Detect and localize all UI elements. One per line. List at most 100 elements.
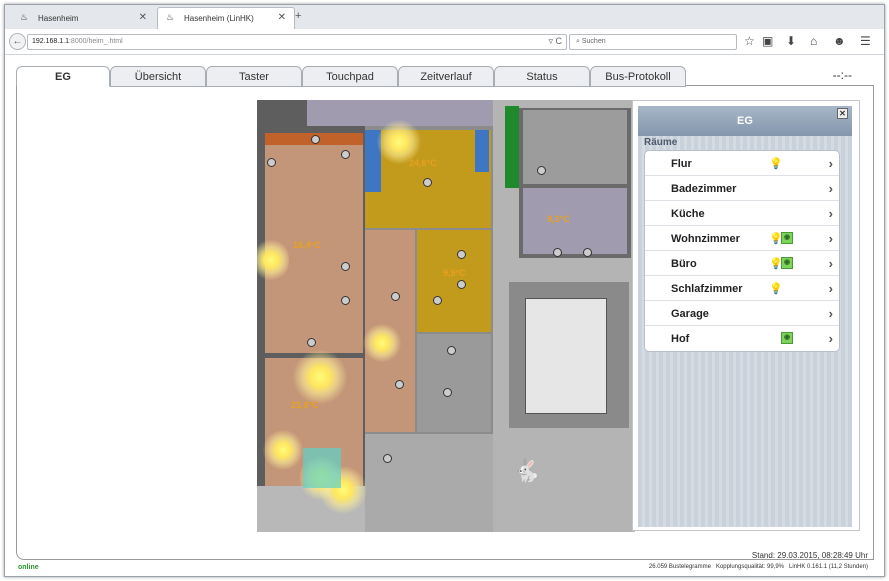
- download-icon[interactable]: ⬇: [786, 34, 796, 48]
- lamp-icon[interactable]: [267, 158, 276, 167]
- lamp-icon[interactable]: [457, 250, 466, 259]
- kitchen-counter: [475, 130, 489, 172]
- dropdown-icon[interactable]: ▿: [548, 36, 553, 46]
- device-grid[interactable]: [525, 298, 607, 414]
- close-tab-icon[interactable]: ✕: [139, 12, 147, 23]
- lamp-icon[interactable]: [391, 292, 400, 301]
- light-glow: [363, 324, 401, 362]
- version-info: LinHK 0.161.1 (11,2 Stunden): [789, 564, 868, 570]
- reload-icon[interactable]: C: [556, 36, 563, 46]
- chat-icon[interactable]: ☻: [833, 34, 846, 48]
- bed: [303, 448, 341, 488]
- sensor-icon: ◉: [781, 257, 793, 269]
- chevron-right-icon: ›: [828, 306, 833, 321]
- back-arrow-icon[interactable]: ←: [9, 33, 26, 50]
- lamp-icon[interactable]: [341, 150, 350, 159]
- coupling-quality: Kopplungsqualität: 99,9%: [715, 564, 785, 570]
- room-item-garage[interactable]: Garage ›: [645, 301, 839, 326]
- url-bar[interactable]: 192.168.1.1:8000/heim_.html ▿ C: [27, 34, 567, 50]
- room-label: Garage: [671, 308, 709, 320]
- clipboard-icon[interactable]: ▣: [762, 34, 773, 48]
- sensor-icon: ◉: [781, 232, 793, 244]
- room-panel: EG ✕ Räume Flur 💡 › Badezimmer › Küche ›…: [632, 100, 860, 531]
- light-glow: [263, 430, 303, 470]
- url-host: 192.168.1.1: [32, 38, 69, 45]
- search-icon: ⌕: [576, 38, 580, 45]
- url-path: :8000/heim_.html: [68, 38, 123, 45]
- room-buero[interactable]: [417, 230, 491, 332]
- chevron-right-icon: ›: [828, 231, 833, 246]
- browser-tab-linhk[interactable]: ♨ Hasenheim (LinHK) ✕: [157, 7, 295, 29]
- browser-tab-hasenheim[interactable]: ♨ Hasenheim ✕: [11, 7, 156, 29]
- menu-icon[interactable]: ☰: [860, 34, 871, 48]
- home-icon[interactable]: ⌂: [810, 34, 817, 48]
- panel-body: Räume Flur 💡 › Badezimmer › Küche › Wohn…: [638, 136, 852, 527]
- room-label: Küche: [671, 208, 705, 220]
- sensor-icon: ◉: [781, 332, 793, 344]
- lamp-icon[interactable]: [433, 296, 442, 305]
- lamp-icon[interactable]: [553, 248, 562, 257]
- lightbulb-icon: 💡: [769, 158, 783, 170]
- tab-zeitverlauf[interactable]: Zeitverlauf: [398, 66, 494, 87]
- tab-taster[interactable]: Taster: [206, 66, 302, 87]
- room-item-wohnzimmer[interactable]: Wohnzimmer 💡 ◉ ›: [645, 226, 839, 251]
- tab-eg[interactable]: EG: [16, 66, 110, 87]
- browser-window: ♨ Hasenheim ✕ ♨ Hasenheim (LinHK) ✕ + ← …: [4, 4, 885, 577]
- temperature-wohnzimmer: 16,4°C: [293, 240, 321, 250]
- lamp-icon[interactable]: [537, 166, 546, 175]
- chevron-right-icon: ›: [828, 256, 833, 271]
- lamp-icon[interactable]: [443, 388, 452, 397]
- lamp-icon[interactable]: [307, 338, 316, 347]
- temperature-werkstatt: 9,3°C: [547, 214, 570, 224]
- temperature-kueche: 24,6°C: [409, 158, 437, 168]
- light-glow: [293, 350, 347, 404]
- room-item-schlafzimmer[interactable]: Schlafzimmer 💡 ›: [645, 276, 839, 301]
- hasenheim-icon: ♨: [20, 12, 29, 22]
- bookmark-star-icon[interactable]: ☆: [744, 34, 755, 48]
- lamp-icon[interactable]: [341, 296, 350, 305]
- hedge: [505, 106, 519, 188]
- room-werkstatt[interactable]: [523, 188, 627, 254]
- room-item-kueche[interactable]: Küche ›: [645, 201, 839, 226]
- search-input[interactable]: ⌕ Suchen: [569, 34, 737, 50]
- status-bar: online Stand: 29.03.2015, 08:28:49 Uhr 2…: [16, 551, 874, 576]
- lamp-icon[interactable]: [341, 262, 350, 271]
- clock-display: --:--: [832, 68, 852, 82]
- main-content: 24,6°C 16,4°C 9,9°C 21,9°C 9,3°C 🐇 EG ✕ …: [16, 86, 874, 560]
- timestamp: Stand: 29.03.2015, 08:28:49 Uhr: [751, 551, 868, 560]
- room-item-badezimmer[interactable]: Badezimmer ›: [645, 176, 839, 201]
- lamp-icon[interactable]: [423, 178, 432, 187]
- online-status: online: [18, 564, 39, 571]
- tab-status[interactable]: Status: [494, 66, 590, 87]
- room-item-buero[interactable]: Büro 💡 ◉ ›: [645, 251, 839, 276]
- room-label: Büro: [671, 258, 697, 270]
- tab-uebersicht[interactable]: Übersicht: [110, 66, 206, 87]
- chevron-right-icon: ›: [828, 331, 833, 346]
- stairs: [365, 434, 493, 532]
- close-tab-icon[interactable]: ✕: [278, 12, 286, 23]
- panel-header: EG ✕: [638, 106, 852, 136]
- hasenheim-icon: ♨: [166, 12, 175, 22]
- lamp-icon[interactable]: [457, 280, 466, 289]
- lamp-icon[interactable]: [447, 346, 456, 355]
- chevron-right-icon: ›: [828, 156, 833, 171]
- room-item-hof[interactable]: Hof ◉ ›: [645, 326, 839, 351]
- lightbulb-icon: 💡: [769, 283, 783, 295]
- browser-tab-label: Hasenheim (LinHK): [184, 14, 254, 23]
- section-title: Räume: [644, 137, 678, 148]
- tab-bus-protokoll[interactable]: Bus-Protokoll: [590, 66, 686, 87]
- close-icon[interactable]: ✕: [837, 108, 848, 119]
- lamp-icon[interactable]: [311, 135, 320, 144]
- browser-tab-bar: ♨ Hasenheim ✕ ♨ Hasenheim (LinHK) ✕ +: [5, 5, 884, 29]
- bus-info: 26.059 Bustelegramme Kopplungsqualität: …: [649, 564, 868, 570]
- panel-title: EG: [737, 115, 753, 127]
- lamp-icon[interactable]: [383, 454, 392, 463]
- telegram-count: 26.059 Bustelegramme: [648, 564, 711, 570]
- lamp-icon[interactable]: [583, 248, 592, 257]
- room-label: Badezimmer: [671, 183, 737, 195]
- tab-touchpad[interactable]: Touchpad: [302, 66, 398, 87]
- chevron-right-icon: ›: [828, 281, 833, 296]
- new-tab-icon[interactable]: +: [295, 10, 301, 22]
- lamp-icon[interactable]: [395, 380, 404, 389]
- room-item-flur[interactable]: Flur 💡 ›: [645, 151, 839, 176]
